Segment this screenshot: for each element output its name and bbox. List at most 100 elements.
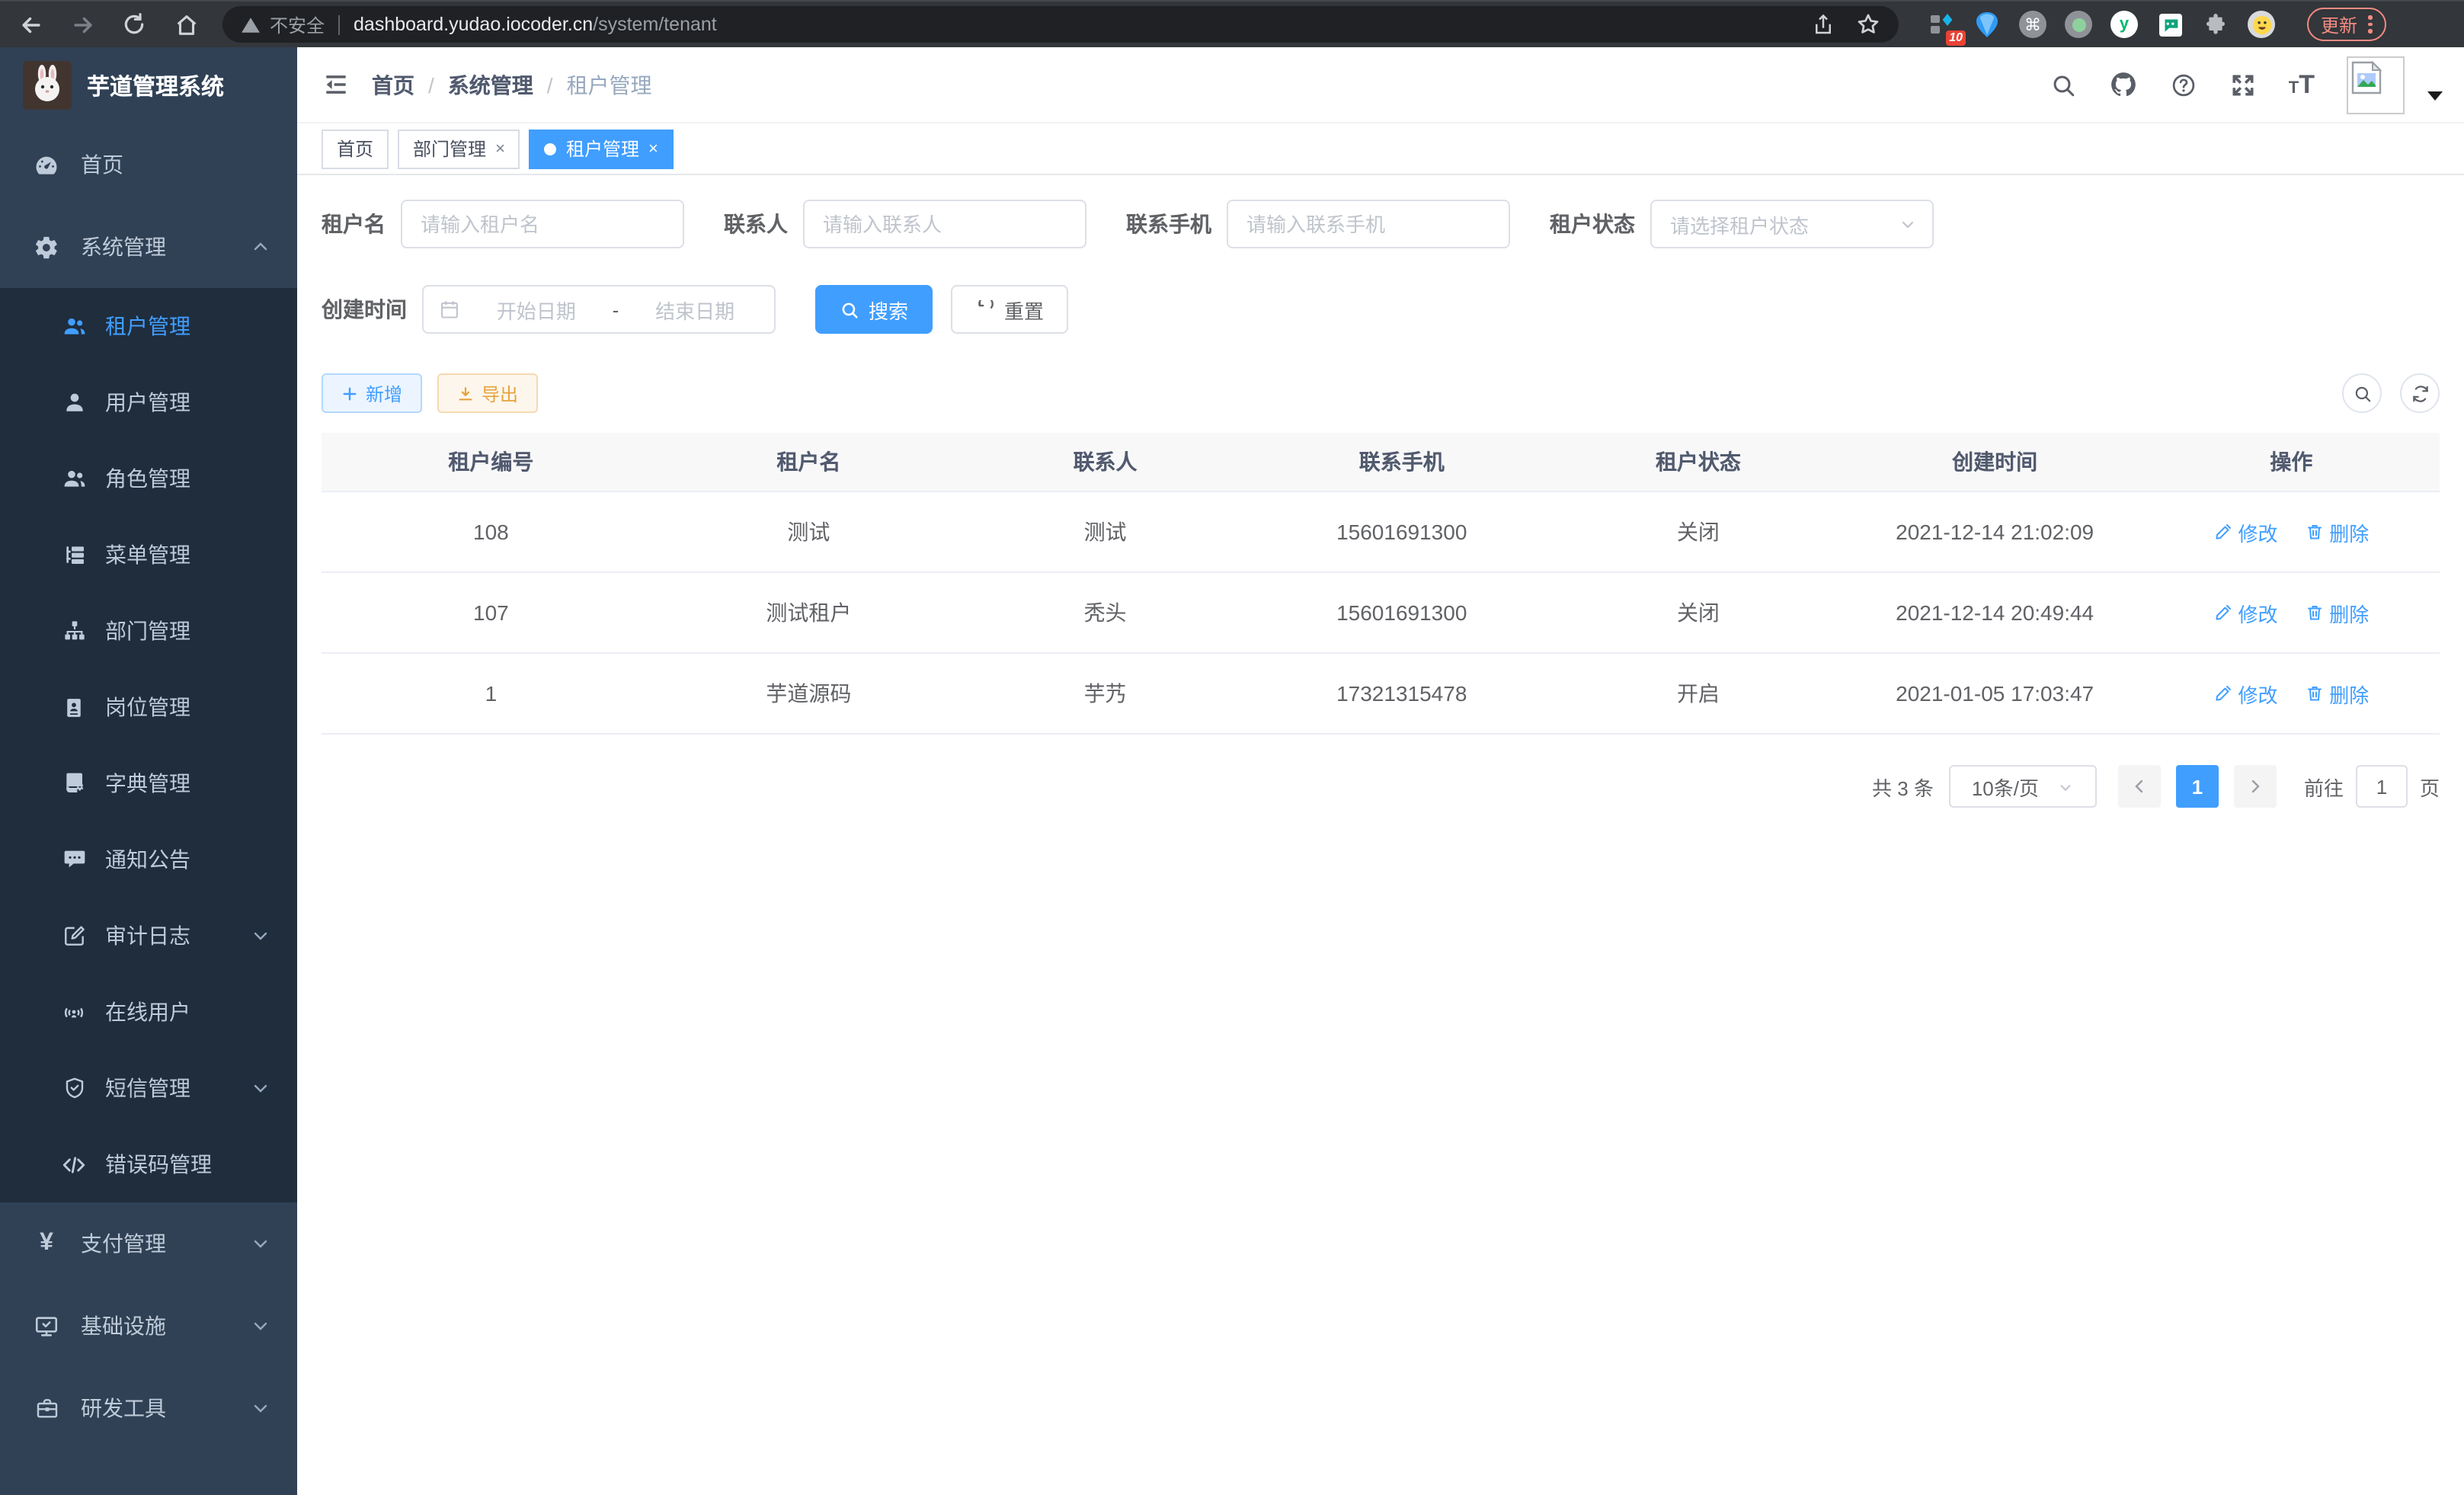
reset-button[interactable]: 重置 xyxy=(951,285,1068,334)
breadcrumb-system[interactable]: 系统管理 xyxy=(448,69,533,100)
prev-page-button[interactable] xyxy=(2118,765,2161,808)
delete-button[interactable]: 删除 xyxy=(2305,679,2369,708)
chat-extension-icon[interactable] xyxy=(2155,9,2185,40)
sidebar-item-notice[interactable]: 通知公告 xyxy=(0,821,297,898)
delete-label: 删除 xyxy=(2329,517,2369,546)
mobile-input[interactable] xyxy=(1227,200,1510,248)
github-icon[interactable] xyxy=(2109,70,2138,99)
edit-button[interactable]: 修改 xyxy=(2213,679,2277,708)
contact-input[interactable] xyxy=(803,200,1086,248)
sidebar-item-audit-log[interactable]: 审计日志 xyxy=(0,898,297,974)
field-label: 租户名 xyxy=(322,209,386,239)
tab-label: 部门管理 xyxy=(413,136,486,162)
edit-button[interactable]: 修改 xyxy=(2213,598,2277,627)
sidebar-item-dept[interactable]: 部门管理 xyxy=(0,593,297,669)
extension-grid-icon[interactable]: 10 xyxy=(1926,9,1957,40)
reload-icon[interactable] xyxy=(119,9,149,40)
page-size-select[interactable]: 10条/页 xyxy=(1949,765,2097,808)
tab-tenant[interactable]: 租户管理× xyxy=(530,129,674,168)
chrome-update-button[interactable]: 更新 xyxy=(2307,8,2386,41)
breadcrumb-home[interactable]: 首页 xyxy=(372,69,414,100)
export-button[interactable]: 导出 xyxy=(437,373,538,413)
tenant-name-input[interactable] xyxy=(401,200,684,248)
date-range-picker[interactable]: 开始日期 - 结束日期 xyxy=(422,285,776,334)
forward-icon[interactable] xyxy=(67,9,98,40)
sidebar-item-label: 在线用户 xyxy=(105,997,190,1027)
goto-page-input[interactable] xyxy=(2356,765,2408,808)
sidebar-item-menu[interactable]: 菜单管理 xyxy=(0,517,297,593)
sidebar-item-error-code[interactable]: 错误码管理 xyxy=(0,1126,297,1202)
delete-label: 删除 xyxy=(2329,598,2369,627)
avatar-emoji-icon[interactable] xyxy=(2246,9,2277,40)
sidebar-item-tenant[interactable]: 租户管理 xyxy=(0,288,297,364)
navbar: 首页 / 系统管理 / 租户管理 TT xyxy=(297,47,2464,123)
delete-button[interactable]: 删除 xyxy=(2305,598,2369,627)
sidebar-item-label: 支付管理 xyxy=(81,1228,166,1259)
edit-label: 修改 xyxy=(2238,517,2277,546)
command-extension-icon[interactable]: ⌘ xyxy=(2018,9,2048,40)
cell-contact: 秃头 xyxy=(957,572,1253,653)
table-row: 1 芋道源码 芋艿 17321315478 开启 2021-01-05 17:0… xyxy=(322,653,2440,734)
total-count: 共 3 条 xyxy=(1872,772,1934,801)
status-select[interactable]: 请选择租户状态 xyxy=(1650,200,1934,248)
home-icon[interactable] xyxy=(171,9,201,40)
sidebar: 芋道管理系统 首页 系统管理 租户管理 用户管理 xyxy=(0,47,297,1495)
edit-button[interactable]: 修改 xyxy=(2213,517,2277,546)
delete-button[interactable]: 删除 xyxy=(2305,517,2369,546)
sidebar-item-role[interactable]: 角色管理 xyxy=(0,440,297,517)
browser-menu-icon[interactable] xyxy=(2368,16,2372,34)
sidebar-item-dev-tools[interactable]: 研发工具 xyxy=(0,1367,297,1449)
cell-mobile: 17321315478 xyxy=(1253,653,1550,734)
cell-tenant-name: 芋道源码 xyxy=(661,653,957,734)
address-bar[interactable]: 不安全 dashboard.yudao.iocoder.cn/system/te… xyxy=(222,6,1899,43)
puzzle-extensions-icon[interactable] xyxy=(2200,9,2231,40)
sidebar-item-user[interactable]: 用户管理 xyxy=(0,364,297,440)
app-logo[interactable]: 芋道管理系统 xyxy=(0,47,297,123)
bookmark-star-icon[interactable] xyxy=(1856,12,1880,37)
security-label: 不安全 xyxy=(270,11,325,37)
chevron-down-icon[interactable] xyxy=(2427,91,2443,100)
current-page[interactable]: 1 xyxy=(2176,765,2219,808)
field-label: 创建时间 xyxy=(322,294,407,325)
sidebar-item-system[interactable]: 系统管理 xyxy=(0,206,297,288)
sidebar-item-label: 用户管理 xyxy=(105,387,190,418)
fullscreen-icon[interactable] xyxy=(2229,71,2257,98)
user-icon xyxy=(61,389,87,415)
next-page-button[interactable] xyxy=(2234,765,2277,808)
avatar[interactable] xyxy=(2347,56,2405,114)
breadcrumb-separator: / xyxy=(547,72,553,97)
help-icon[interactable] xyxy=(2170,71,2197,98)
balloon-extension-icon[interactable] xyxy=(1972,9,2002,40)
sidebar-item-online-user[interactable]: 在线用户 xyxy=(0,974,297,1050)
sidebar-item-infra[interactable]: 基础设施 xyxy=(0,1285,297,1367)
close-icon[interactable]: × xyxy=(495,139,505,158)
sidebar-item-post[interactable]: 岗位管理 xyxy=(0,669,297,745)
tab-home[interactable]: 首页 xyxy=(322,129,389,168)
sidebar-item-label: 系统管理 xyxy=(81,232,166,262)
search-button[interactable]: 搜索 xyxy=(815,285,933,334)
search-icon[interactable] xyxy=(2050,71,2077,98)
chevron-down-icon xyxy=(1899,215,1917,233)
yen-icon: ¥ xyxy=(34,1231,59,1257)
browser-toolbar: 不安全 dashboard.yudao.iocoder.cn/system/te… xyxy=(0,0,2464,47)
tab-dept[interactable]: 部门管理 × xyxy=(398,129,520,168)
table-toolbar: 新增 导出 xyxy=(322,373,2440,413)
recorder-extension-icon[interactable] xyxy=(2063,9,2094,40)
sidebar-collapse-icon[interactable] xyxy=(322,70,350,99)
col-mobile: 联系手机 xyxy=(1253,433,1550,491)
close-icon[interactable]: × xyxy=(648,139,658,158)
back-icon[interactable] xyxy=(15,9,46,40)
refresh-button[interactable] xyxy=(2400,373,2440,413)
sidebar-item-payment[interactable]: ¥ 支付管理 xyxy=(0,1202,297,1285)
font-size-icon[interactable]: TT xyxy=(2289,72,2315,98)
yuque-extension-icon[interactable]: y xyxy=(2109,9,2139,40)
toggle-search-button[interactable] xyxy=(2342,373,2382,413)
share-icon[interactable] xyxy=(1812,13,1835,36)
add-button[interactable]: 新增 xyxy=(322,373,422,413)
shield-check-icon xyxy=(61,1075,87,1101)
sidebar-item-sms[interactable]: 短信管理 xyxy=(0,1050,297,1126)
goto-page: 前往 页 xyxy=(2304,765,2440,808)
sidebar-item-dict[interactable]: 字典管理 xyxy=(0,745,297,821)
sidebar-item-home[interactable]: 首页 xyxy=(0,123,297,206)
tree-list-icon xyxy=(61,542,87,568)
